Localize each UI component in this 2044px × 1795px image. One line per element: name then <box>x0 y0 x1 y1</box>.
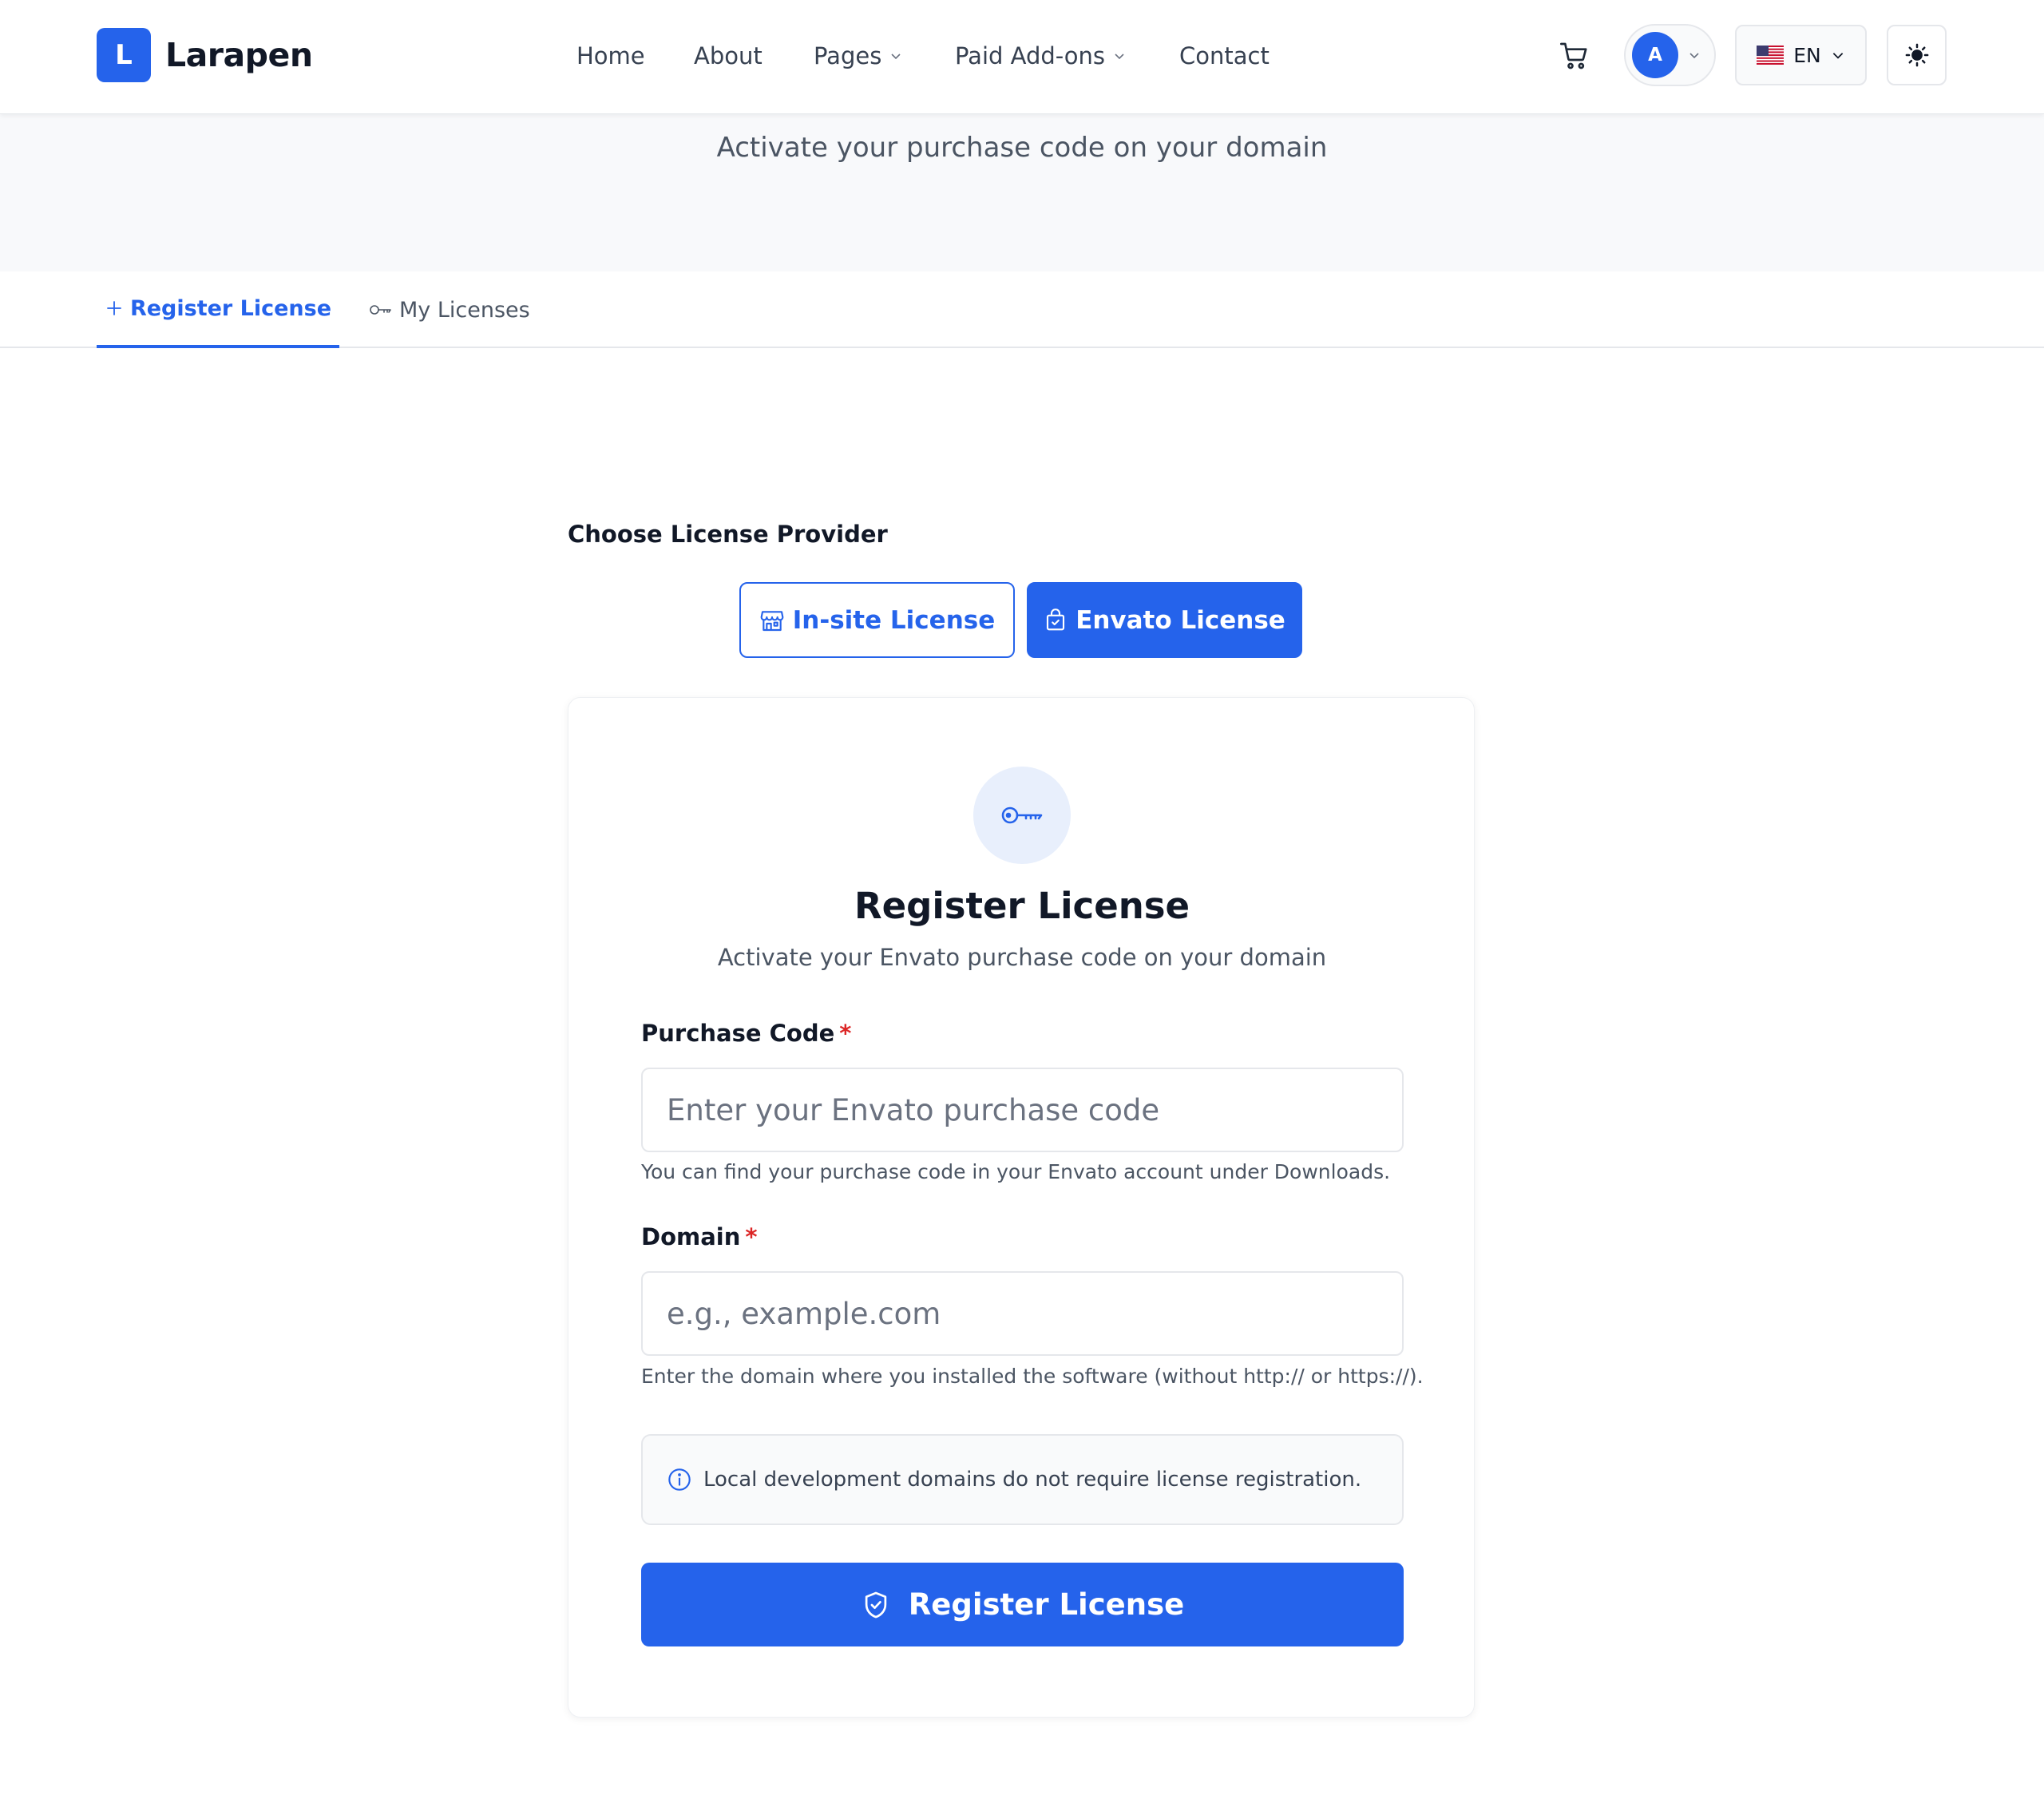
sun-icon <box>1905 43 1928 67</box>
brand-name[interactable]: Larapen <box>165 32 313 78</box>
nav-pages[interactable]: Pages <box>814 32 902 80</box>
card-title: Register License <box>854 885 1190 927</box>
domain-input[interactable] <box>641 1271 1404 1356</box>
nav-paid-addons[interactable]: Paid Add-ons <box>955 32 1126 80</box>
purchase-code-label-text: Purchase Code <box>641 1020 835 1047</box>
envato-license-label: Envato License <box>1075 605 1285 635</box>
store-icon <box>760 610 784 631</box>
purchase-code-help: You can find your purchase code in your … <box>641 1160 1391 1183</box>
key-icon <box>369 302 393 318</box>
nav-paid-addons-label: Paid Add-ons <box>955 42 1106 69</box>
chevron-down-icon <box>891 53 901 60</box>
tab-my-licenses[interactable]: My Licenses <box>369 271 530 348</box>
provider-label: Choose License Provider <box>568 521 888 548</box>
cart-button[interactable] <box>1557 38 1592 73</box>
nav-home[interactable]: Home <box>576 32 645 80</box>
domain-label-text: Domain <box>641 1223 741 1250</box>
purchase-code-label: Purchase Code * <box>641 1020 851 1047</box>
site-header: L Larapen Home About Pages Paid Add-ons … <box>0 0 2044 114</box>
tab-register-license-label: Register License <box>129 295 332 321</box>
us-flag-icon <box>1757 46 1785 65</box>
info-note-text: Local development domains do not require… <box>703 1468 1362 1492</box>
language-selector[interactable]: EN <box>1735 25 1867 85</box>
info-note: Local development domains do not require… <box>641 1434 1404 1525</box>
key-badge <box>973 767 1071 864</box>
domain-help: Enter the domain where you installed the… <box>641 1365 1424 1388</box>
tab-my-licenses-label: My Licenses <box>399 297 530 323</box>
chevron-down-icon <box>1689 53 1699 59</box>
nav-contact-label: Contact <box>1179 42 1270 69</box>
logo-mark[interactable]: L <box>97 28 151 82</box>
avatar: A <box>1632 32 1678 78</box>
insite-license-button[interactable]: In-site License <box>739 582 1015 658</box>
shield-check-icon <box>865 1591 887 1618</box>
register-license-card: Register License Activate your Envato pu… <box>568 697 1475 1718</box>
nav-about[interactable]: About <box>694 32 763 80</box>
tab-register-license[interactable]: Register License <box>97 271 339 348</box>
card-subtitle: Activate your Envato purchase code on yo… <box>717 944 1327 971</box>
nav-contact[interactable]: Contact <box>1179 32 1270 80</box>
nav-about-label: About <box>694 42 763 69</box>
nav-pages-label: Pages <box>814 42 882 69</box>
theme-toggle-button[interactable] <box>1887 25 1947 85</box>
required-mark: * <box>745 1223 758 1250</box>
shopping-bag-check-icon <box>1047 608 1065 630</box>
required-mark: * <box>839 1020 852 1047</box>
chevron-down-icon <box>1832 53 1844 59</box>
key-icon <box>1001 806 1043 824</box>
user-menu-button[interactable]: A <box>1624 24 1716 86</box>
cart-icon <box>1560 42 1587 69</box>
purchase-code-input[interactable] <box>641 1068 1404 1152</box>
info-icon <box>668 1468 691 1491</box>
insite-license-label: In-site License <box>792 605 996 635</box>
hero-subtitle: Activate your purchase code on your doma… <box>716 132 1328 164</box>
license-tabs: Register License My Licenses <box>0 271 2044 348</box>
nav-home-label: Home <box>576 42 645 69</box>
domain-label: Domain * <box>641 1223 758 1250</box>
plus-icon <box>105 299 124 318</box>
chevron-down-icon <box>1115 53 1124 60</box>
hero-section: Activate your purchase code on your doma… <box>0 114 2044 271</box>
envato-license-button[interactable]: Envato License <box>1027 582 1302 658</box>
register-license-button-label: Register License <box>908 1587 1185 1622</box>
language-code: EN <box>1793 43 1821 67</box>
register-license-button[interactable]: Register License <box>641 1563 1404 1646</box>
